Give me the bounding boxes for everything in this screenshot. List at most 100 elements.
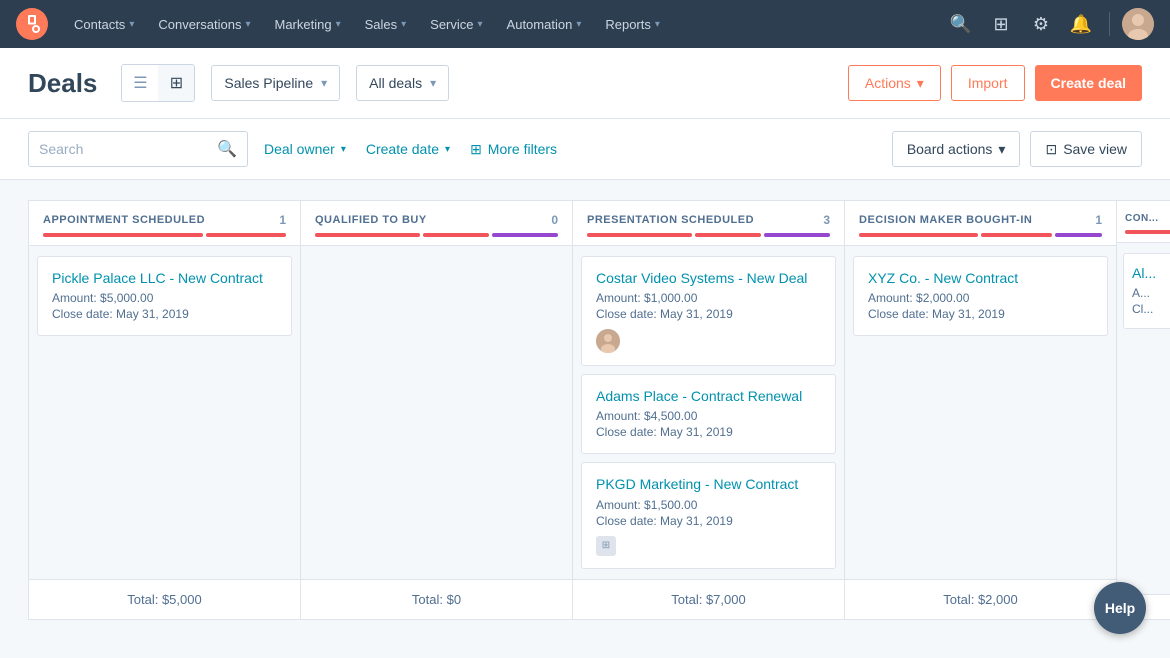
search-icon: 🔍 — [217, 139, 237, 159]
column-header-qualified-to-buy: QUALIFIED TO BUY 0 — [301, 201, 572, 246]
progress-bar-0 — [587, 233, 692, 237]
progress-bar-0 — [1125, 230, 1170, 234]
column-contract-sent: CON...Al...A...Cl... — [1116, 200, 1170, 620]
actions-button[interactable]: Actions ▾ — [848, 65, 941, 101]
hubspot-logo[interactable] — [16, 8, 48, 40]
deal-owner-caret: ▾ — [341, 144, 346, 155]
nav-right-actions: 🔍 ⊞ ⚙ 🔔 — [945, 8, 1154, 40]
create-date-filter[interactable]: Create date ▾ — [362, 131, 454, 167]
board-container: APPOINTMENT SCHEDULED1 Pickle Palace LLC … — [0, 180, 1170, 640]
progress-bar-1 — [423, 233, 489, 237]
nav-service[interactable]: Service ▾ — [420, 11, 492, 38]
user-avatar[interactable] — [1122, 8, 1154, 40]
column-footer-presentation-scheduled: Total: $7,000 — [573, 579, 844, 619]
column-footer-decision-maker-bought-in: Total: $2,000 — [845, 579, 1116, 619]
header-actions: Actions ▾ Import Create deal — [848, 65, 1142, 101]
nav-reports[interactable]: Reports ▾ — [595, 11, 670, 38]
column-decision-maker-bought-in: DECISION MAKER BOUGHT-IN 1 XYZ Co. - New C… — [844, 200, 1116, 620]
deals-filter-label: All deals — [369, 75, 422, 91]
column-footer-qualified-to-buy: Total: $0 — [301, 579, 572, 619]
nav-sales[interactable]: Sales ▾ — [355, 11, 417, 38]
deal-name[interactable]: Pickle Palace LLC - New Contract — [52, 269, 277, 287]
column-count-qualified-to-buy: 0 — [551, 213, 558, 227]
column-count-decision-maker-bought-in: 1 — [1095, 213, 1102, 227]
deal-name[interactable]: Costar Video Systems - New Deal — [596, 269, 821, 287]
deal-amount: Amount: $1,500.00 — [596, 498, 821, 512]
deal-card[interactable]: Al... A... Cl... — [1123, 253, 1170, 329]
deal-close-date: Close date: May 31, 2019 — [52, 307, 277, 321]
top-navigation: Contacts ▾ Conversations ▾ Marketing ▾ S… — [0, 0, 1170, 48]
deal-name[interactable]: Al... — [1132, 264, 1170, 282]
column-header-decision-maker-bought-in: DECISION MAKER BOUGHT-IN 1 — [845, 201, 1116, 246]
nav-items: Contacts ▾ Conversations ▾ Marketing ▾ S… — [64, 11, 945, 38]
deal-company-icon: ⊞ — [596, 536, 616, 556]
column-count-presentation-scheduled: 3 — [823, 213, 830, 227]
deal-card[interactable]: Pickle Palace LLC - New Contract Amount: … — [37, 256, 292, 336]
column-presentation-scheduled: PRESENTATION SCHEDULED 3 Costar Video Syst… — [572, 200, 844, 620]
nav-automation[interactable]: Automation ▾ — [497, 11, 592, 38]
settings-icon[interactable]: ⚙ — [1025, 8, 1057, 40]
help-button[interactable]: Help — [1094, 582, 1146, 634]
deals-filter-caret: ▾ — [430, 76, 436, 90]
deal-close-date: Close date: May 31, 2019 — [596, 425, 821, 439]
pipeline-select[interactable]: Sales Pipeline ▾ — [211, 65, 340, 101]
progress-bar-2 — [492, 233, 558, 237]
board-actions-caret: ▾ — [998, 141, 1005, 158]
column-title-presentation-scheduled: PRESENTATION SCHEDULED — [587, 214, 754, 226]
progress-bar-1 — [981, 233, 1052, 237]
column-header-appointment-scheduled: APPOINTMENT SCHEDULED1 — [29, 201, 300, 246]
automation-caret: ▾ — [576, 19, 581, 30]
deal-amount: Amount: $2,000.00 — [868, 291, 1093, 305]
contacts-caret: ▾ — [129, 19, 134, 30]
deal-name[interactable]: PKGD Marketing - New Contract — [596, 475, 821, 493]
column-cards-qualified-to-buy — [301, 246, 572, 579]
deal-card[interactable]: XYZ Co. - New ContractAmount: $2,000.00C… — [853, 256, 1108, 336]
notifications-icon[interactable]: 🔔 — [1065, 8, 1097, 40]
kanban-board: APPOINTMENT SCHEDULED1 Pickle Palace LLC … — [28, 200, 1170, 620]
deal-card[interactable]: Costar Video Systems - New Deal Amount: $… — [581, 256, 836, 366]
more-filters-btn[interactable]: ⊞ More filters — [466, 131, 561, 167]
list-view-btn[interactable]: ☰ — [122, 65, 158, 101]
search-icon-btn[interactable]: 🔍 — [945, 8, 977, 40]
create-deal-button[interactable]: Create deal — [1035, 65, 1142, 101]
service-caret: ▾ — [478, 19, 483, 30]
nav-marketing[interactable]: Marketing ▾ — [264, 11, 350, 38]
deal-amount: Amount: $1,000.00 — [596, 291, 821, 305]
deal-name[interactable]: Adams Place - Contract Renewal — [596, 387, 821, 405]
deal-card[interactable]: PKGD Marketing - New Contract Amount: $1,… — [581, 462, 836, 568]
deal-owner-filter[interactable]: Deal owner ▾ — [260, 131, 350, 167]
column-title-qualified-to-buy: QUALIFIED TO BUY — [315, 214, 427, 226]
nav-contacts[interactable]: Contacts ▾ — [64, 11, 144, 38]
search-box[interactable]: 🔍 — [28, 131, 248, 167]
filter-icon: ⊞ — [470, 141, 482, 158]
search-input[interactable] — [39, 141, 209, 157]
deal-close-date: Cl... — [1132, 302, 1170, 316]
nav-conversations[interactable]: Conversations ▾ — [148, 11, 260, 38]
marketplace-icon[interactable]: ⊞ — [985, 8, 1017, 40]
deal-amount: Amount: $4,500.00 — [596, 409, 821, 423]
board-view-btn[interactable]: ⊞ — [158, 65, 194, 101]
pipeline-label: Sales Pipeline — [224, 75, 313, 91]
nav-divider — [1109, 12, 1110, 36]
progress-bar-2 — [764, 233, 830, 237]
deals-filter[interactable]: All deals ▾ — [356, 65, 449, 101]
reports-caret: ▾ — [655, 19, 660, 30]
deal-amount: Amount: $5,000.00 — [52, 291, 277, 305]
progress-bar-0 — [859, 233, 978, 237]
column-qualified-to-buy: QUALIFIED TO BUY 0 Total: $0 — [300, 200, 572, 620]
progress-bar-0 — [315, 233, 420, 237]
column-cards-contract-sent: Al... A... Cl... — [1117, 243, 1170, 594]
conversations-caret: ▾ — [245, 19, 250, 30]
page-title: Deals — [28, 68, 97, 99]
marketing-caret: ▾ — [336, 19, 341, 30]
deal-card[interactable]: Adams Place - Contract Renewal Amount: $4… — [581, 374, 836, 454]
deal-amount: A... — [1132, 286, 1170, 300]
save-view-btn[interactable]: ⊡ Save view — [1030, 131, 1142, 167]
import-button[interactable]: Import — [951, 65, 1025, 101]
column-cards-presentation-scheduled: Costar Video Systems - New Deal Amount: $… — [573, 246, 844, 579]
deal-name[interactable]: XYZ Co. - New Contract — [868, 269, 1093, 287]
board-actions-btn[interactable]: Board actions ▾ — [892, 131, 1021, 167]
column-title-decision-maker-bought-in: DECISION MAKER BOUGHT-IN — [859, 214, 1032, 226]
progress-bar-0 — [43, 233, 203, 237]
page-header: Deals ☰ ⊞ Sales Pipeline ▾ All deals ▾ A… — [0, 48, 1170, 119]
